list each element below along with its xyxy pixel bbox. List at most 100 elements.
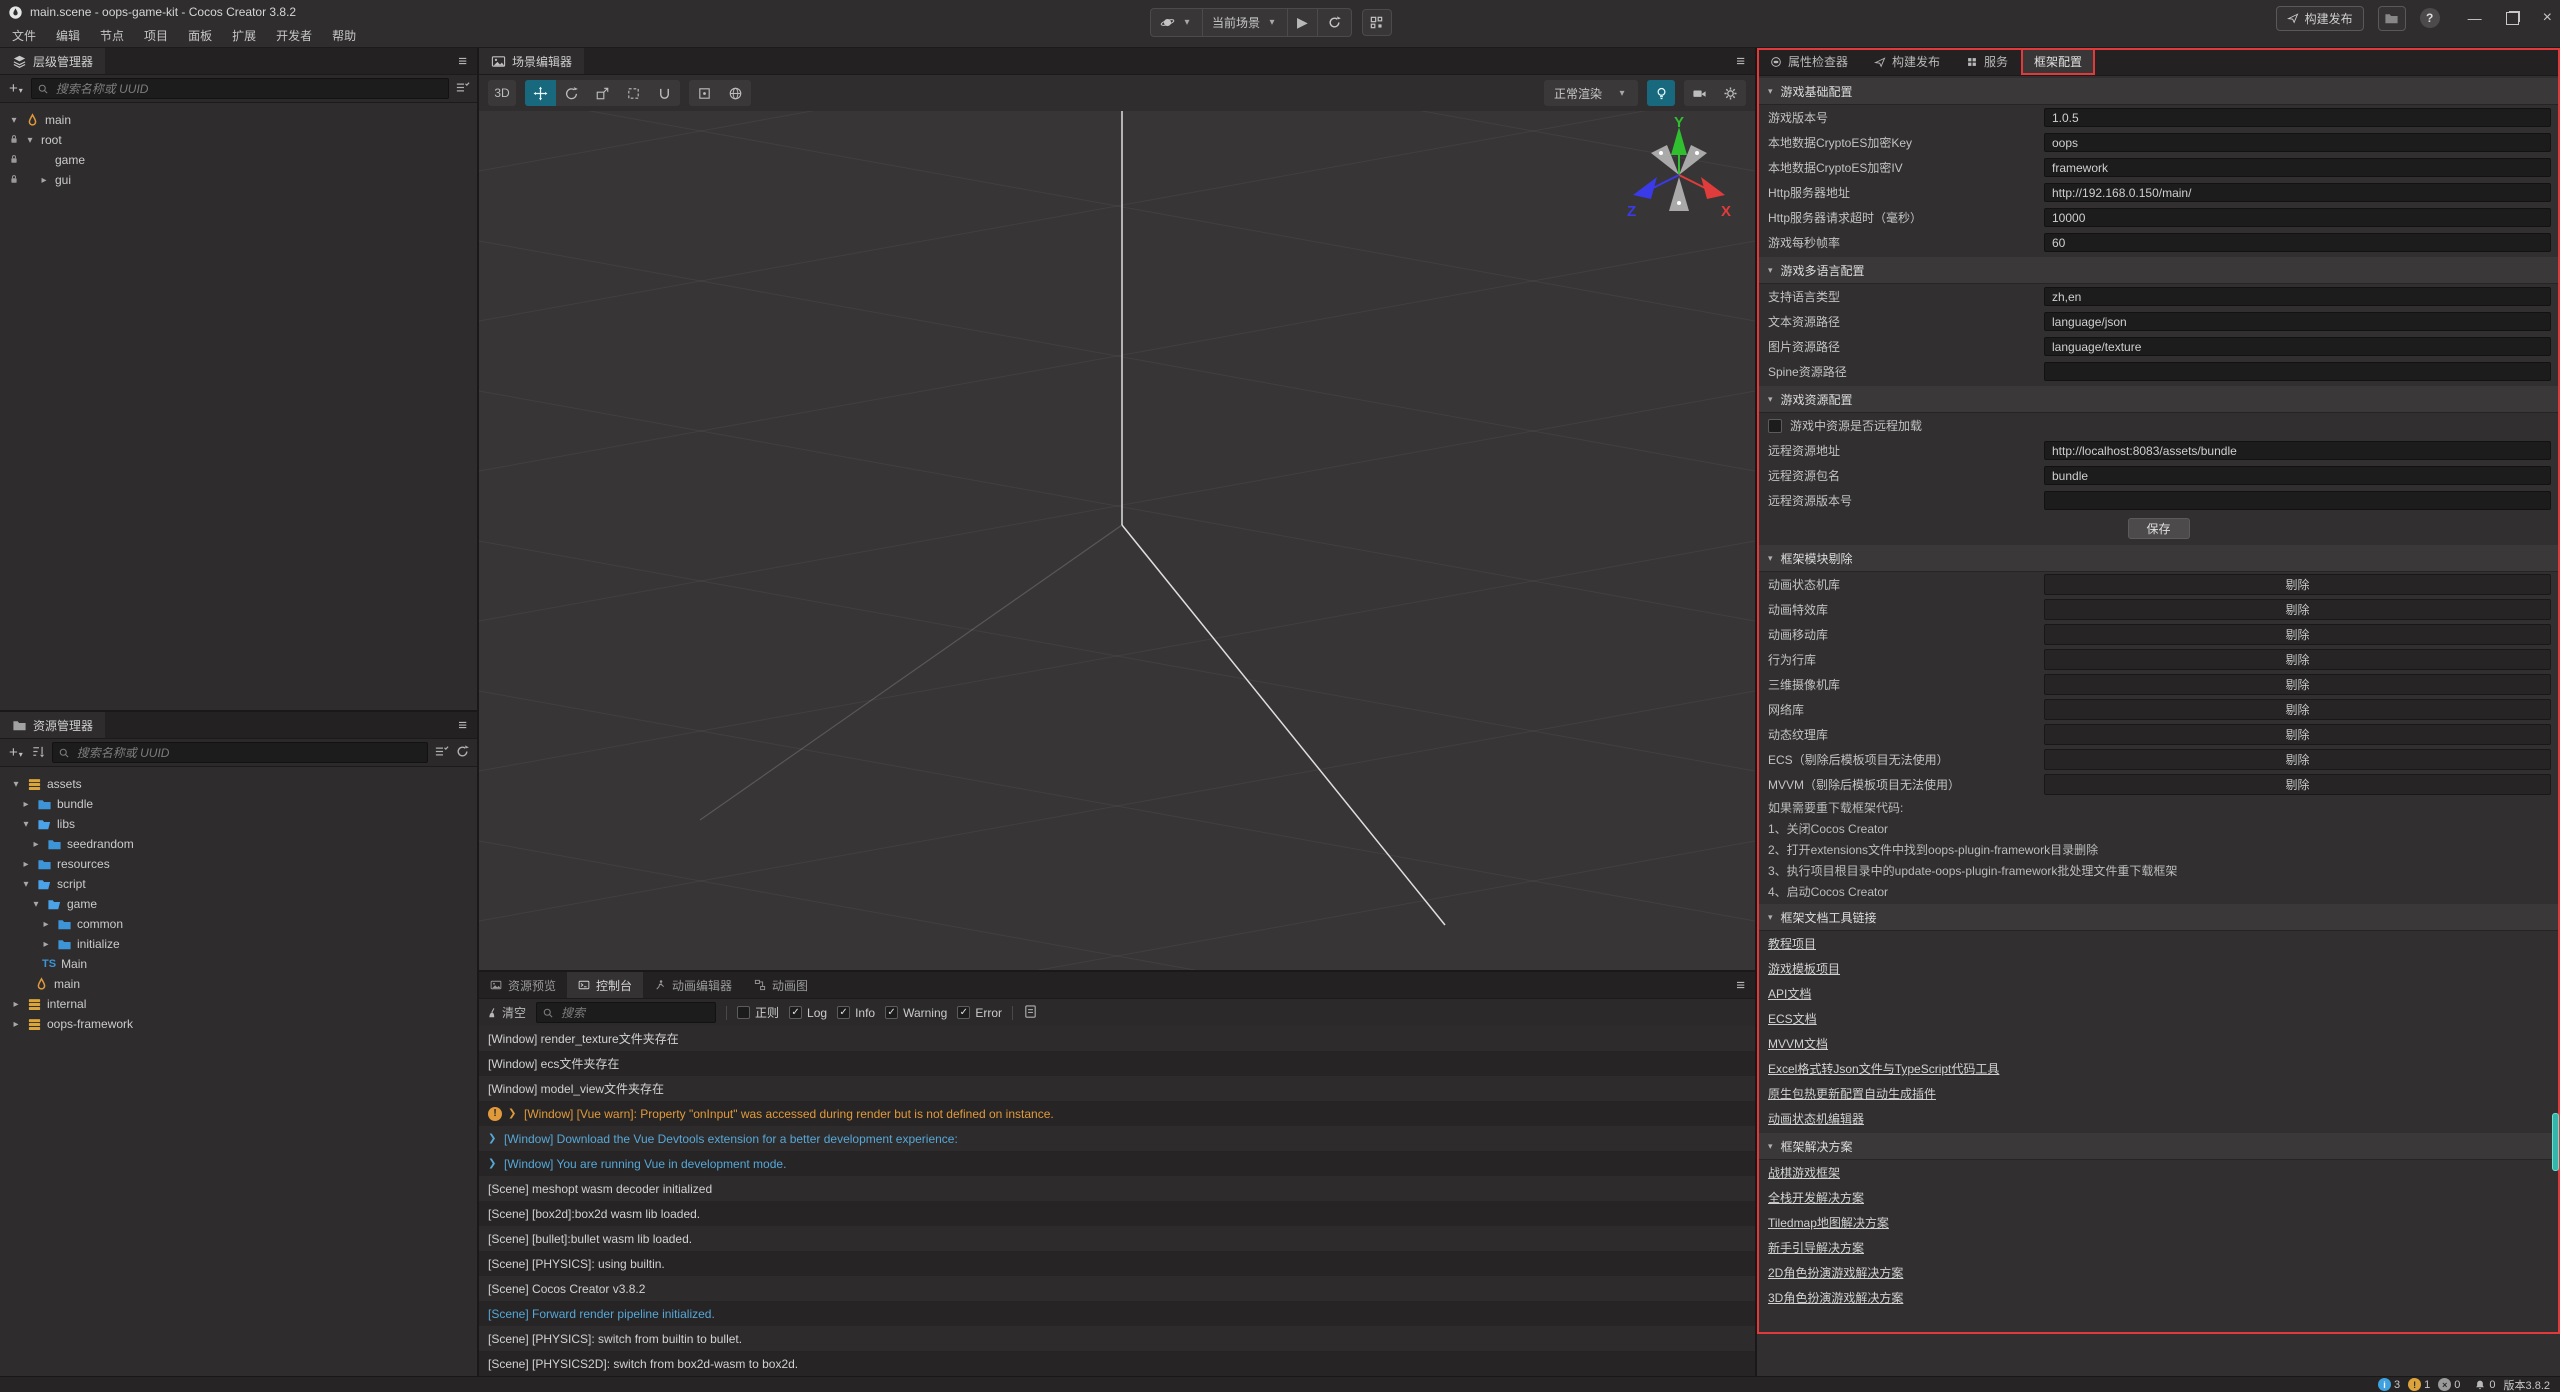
- log-row[interactable]: [Scene] [PHYSICS2D]: switch from box2d-w…: [479, 1351, 1755, 1376]
- hierarchy-panel-menu-icon[interactable]: ≡: [448, 48, 477, 74]
- menu-file[interactable]: 文件: [2, 24, 46, 48]
- lock-icon[interactable]: [8, 153, 20, 165]
- section-game-basic-config[interactable]: ▾ 游戏基础配置: [1757, 78, 2560, 105]
- chevron-right-icon[interactable]: ▸: [10, 1019, 22, 1030]
- lang-texture-path-input[interactable]: [2044, 337, 2551, 356]
- log-row[interactable]: [Window] ecs文件夹存在: [479, 1051, 1755, 1076]
- log-row[interactable]: [Window] render_texture文件夹存在: [479, 1026, 1755, 1051]
- http-timeout-input[interactable]: [2044, 208, 2551, 227]
- asset-node-resources[interactable]: ▸ resources: [0, 854, 477, 874]
- tab-framework-config[interactable]: 框架配置: [2021, 48, 2095, 75]
- chevron-right-icon[interactable]: ▸: [40, 939, 52, 950]
- asset-node-main-scene[interactable]: main: [0, 974, 477, 994]
- chevron-down-icon[interactable]: ▾: [20, 819, 32, 830]
- asset-node-bundle[interactable]: ▸ bundle: [0, 794, 477, 814]
- filter-warning-checkbox[interactable]: Warning: [885, 1006, 947, 1020]
- tab-animation-editor[interactable]: 动画编辑器: [643, 972, 743, 998]
- checkbox-checked[interactable]: [789, 1006, 802, 1019]
- status-errors[interactable]: × 0: [2438, 1378, 2460, 1391]
- asset-node-assets[interactable]: ▾ assets: [0, 774, 477, 794]
- asset-node-common[interactable]: ▸ common: [0, 914, 477, 934]
- log-row[interactable]: [Scene] meshopt wasm decoder initialized: [479, 1176, 1755, 1201]
- asset-node-oops-framework[interactable]: ▸ oops-framework: [0, 1014, 477, 1034]
- chevron-right-icon[interactable]: ▸: [30, 839, 42, 850]
- link-tiledmap-solution[interactable]: Tiledmap地图解决方案: [1757, 1210, 2560, 1235]
- assets-search-input[interactable]: [75, 745, 422, 761]
- log-row[interactable]: [Scene] Cocos Creator v3.8.2: [479, 1276, 1755, 1301]
- link-template-project[interactable]: 游戏模板项目: [1757, 956, 2560, 981]
- link-anim-state-editor[interactable]: 动画状态机编辑器: [1757, 1106, 2560, 1131]
- chevron-right-icon[interactable]: ▸: [10, 999, 22, 1010]
- log-row-info[interactable]: [Scene] Forward render pipeline initiali…: [479, 1301, 1755, 1326]
- tree-node-root[interactable]: ▾ root: [0, 130, 477, 150]
- link-api-docs[interactable]: API文档: [1757, 981, 2560, 1006]
- chevron-right-icon[interactable]: ▸: [20, 799, 32, 810]
- tree-node-game[interactable]: game: [0, 150, 477, 170]
- open-project-folder-button[interactable]: [2378, 6, 2406, 31]
- tab-console[interactable]: 控制台: [567, 972, 643, 998]
- rotate-tool-button[interactable]: [556, 80, 587, 106]
- link-hotupdate-plugin[interactable]: 原生包热更新配置自动生成插件: [1757, 1081, 2560, 1106]
- scene-viewport[interactable]: Y X Z: [479, 111, 1755, 970]
- asset-node-initialize[interactable]: ▸ initialize: [0, 934, 477, 954]
- scene-light-toggle[interactable]: [1647, 80, 1675, 106]
- log-row[interactable]: [Scene] [PHYSICS]: switch from builtin t…: [479, 1326, 1755, 1351]
- hierarchy-filter-icon[interactable]: [455, 80, 470, 98]
- chevron-right-icon[interactable]: ▸: [38, 175, 50, 186]
- scene-camera-button[interactable]: [1684, 80, 1715, 106]
- lang-json-path-input[interactable]: [2044, 312, 2551, 331]
- remove-anim-effect-button[interactable]: 剔除: [2044, 599, 2551, 620]
- remove-dynamic-texture-button[interactable]: 剔除: [2044, 724, 2551, 745]
- chevron-down-icon[interactable]: ▾: [8, 115, 20, 126]
- section-language-config[interactable]: ▾ 游戏多语言配置: [1757, 257, 2560, 284]
- checkbox-checked[interactable]: [957, 1006, 970, 1019]
- chevron-down-icon[interactable]: ▾: [20, 879, 32, 890]
- asset-node-internal[interactable]: ▸ internal: [0, 994, 477, 1014]
- link-tutorial-project[interactable]: 教程项目: [1757, 931, 2560, 956]
- asset-node-game[interactable]: ▾ game: [0, 894, 477, 914]
- checkbox-unchecked[interactable]: [737, 1006, 750, 1019]
- minimize-button[interactable]: —: [2468, 10, 2482, 26]
- chevron-right-icon[interactable]: ❯: [488, 1133, 498, 1144]
- link-3d-rpg-solution[interactable]: 3D角色扮演游戏解决方案: [1757, 1285, 2560, 1310]
- log-export-button[interactable]: [1023, 1004, 1038, 1022]
- tab-property-inspector[interactable]: 属性检查器: [1757, 48, 1861, 75]
- filter-log-checkbox[interactable]: Log: [789, 1006, 827, 1020]
- tab-build-publish[interactable]: 构建发布: [1861, 48, 1953, 75]
- create-asset-button[interactable]: +▾: [7, 746, 25, 759]
- checkbox-checked[interactable]: [837, 1006, 850, 1019]
- chevron-right-icon[interactable]: ❯: [508, 1108, 518, 1119]
- remote-load-checkbox-row[interactable]: 游戏中资源是否远程加载: [1757, 413, 2560, 438]
- axis-gizmo[interactable]: Y X Z: [1625, 115, 1737, 231]
- play-button[interactable]: ▶: [1288, 9, 1318, 36]
- asset-node-seedrandom[interactable]: ▸ seedrandom: [0, 834, 477, 854]
- link-ecs-docs[interactable]: ECS文档: [1757, 1006, 2560, 1031]
- remove-anim-state-button[interactable]: 剔除: [2044, 574, 2551, 595]
- toggle-3d-button[interactable]: 3D: [488, 80, 516, 106]
- log-row-warning[interactable]: ! ❯ [Window] [Vue warn]: Property "onInp…: [479, 1101, 1755, 1126]
- chevron-down-icon[interactable]: ▾: [10, 779, 22, 790]
- remote-bundle-input[interactable]: [2044, 466, 2551, 485]
- section-solutions[interactable]: ▾ 框架解决方案: [1757, 1133, 2560, 1160]
- save-button[interactable]: 保存: [2128, 518, 2190, 539]
- chevron-right-icon[interactable]: ❯: [488, 1158, 498, 1169]
- assets-refresh-button[interactable]: [455, 744, 470, 762]
- log-row[interactable]: [Scene] [bullet]:bullet wasm lib loaded.: [479, 1226, 1755, 1251]
- checkbox-checked[interactable]: [885, 1006, 898, 1019]
- link-guide-solution[interactable]: 新手引导解决方案: [1757, 1235, 2560, 1260]
- assets-filter-icon[interactable]: [434, 744, 449, 762]
- clear-console-button[interactable]: 清空: [486, 1004, 526, 1021]
- link-2d-rpg-solution[interactable]: 2D角色扮演游戏解决方案: [1757, 1260, 2560, 1285]
- menu-edit[interactable]: 编辑: [46, 24, 90, 48]
- console-search[interactable]: [536, 1002, 716, 1023]
- create-node-button[interactable]: +▾: [7, 82, 25, 95]
- lock-icon[interactable]: [8, 173, 20, 185]
- scene-settings-button[interactable]: [1715, 80, 1746, 106]
- log-row-info[interactable]: ❯ [Window] Download the Vue Devtools ext…: [479, 1126, 1755, 1151]
- menu-extension[interactable]: 扩展: [222, 24, 266, 48]
- ui-tool-button[interactable]: [649, 80, 680, 106]
- status-info[interactable]: i 3: [2378, 1378, 2400, 1391]
- menu-panel[interactable]: 面板: [178, 24, 222, 48]
- languages-input[interactable]: [2044, 287, 2551, 306]
- tab-asset-preview[interactable]: 资源预览: [479, 972, 567, 998]
